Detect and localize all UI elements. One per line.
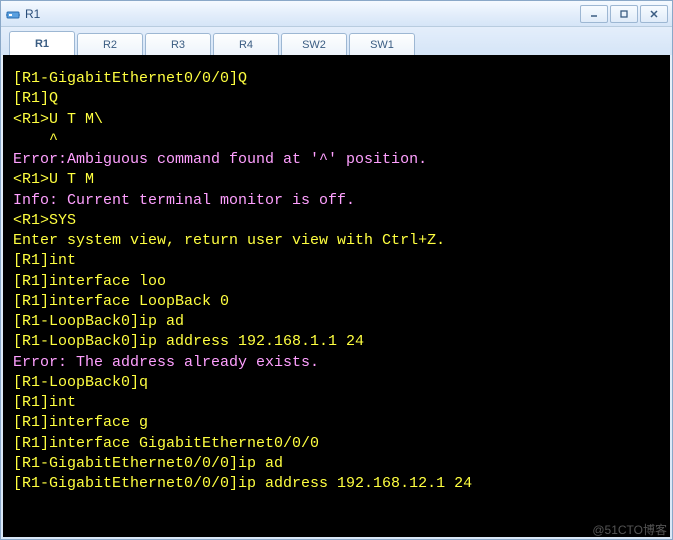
tab-sw2[interactable]: SW2 [281, 33, 347, 55]
tab-label: SW1 [370, 39, 394, 51]
tab-label: R4 [239, 39, 253, 51]
terminal-line: [R1]interface g [13, 413, 660, 433]
window-controls [580, 5, 668, 23]
app-icon [5, 6, 21, 22]
terminal-line: [R1-LoopBack0]q [13, 373, 660, 393]
tab-bar: R1 R2 R3 R4 SW2 SW1 [1, 27, 672, 55]
close-button[interactable] [640, 5, 668, 23]
tab-r4[interactable]: R4 [213, 33, 279, 55]
tab-label: R1 [35, 38, 49, 50]
tab-label: R3 [171, 39, 185, 51]
terminal-line: [R1-LoopBack0]ip ad [13, 312, 660, 332]
minimize-button[interactable] [580, 5, 608, 23]
titlebar: R1 [1, 1, 672, 27]
window-title: R1 [25, 7, 580, 21]
terminal-line: [R1]int [13, 251, 660, 271]
terminal-line: [R1]Q [13, 89, 660, 109]
terminal-line: [R1-GigabitEthernet0/0/0]ip ad [13, 454, 660, 474]
terminal-line: <R1>U T M [13, 170, 660, 190]
terminal-line: [R1]interface GigabitEthernet0/0/0 [13, 434, 660, 454]
maximize-button[interactable] [610, 5, 638, 23]
tab-label: SW2 [302, 39, 326, 51]
terminal-line: [R1-LoopBack0]ip address 192.168.1.1 24 [13, 332, 660, 352]
tab-label: R2 [103, 39, 117, 51]
watermark-text: @51CTO博客 [592, 521, 667, 538]
terminal-line: <R1>U T M\ [13, 110, 660, 130]
terminal-line: [R1]int [13, 393, 660, 413]
terminal-line: Enter system view, return user view with… [13, 231, 660, 251]
terminal-line: [R1-GigabitEthernet0/0/0]Q [13, 69, 660, 89]
tab-r3[interactable]: R3 [145, 33, 211, 55]
terminal-line: [R1]interface LoopBack 0 [13, 292, 660, 312]
tab-sw1[interactable]: SW1 [349, 33, 415, 55]
terminal-line: Error: The address already exists. [13, 353, 660, 373]
tab-r1[interactable]: R1 [9, 31, 75, 55]
terminal-output[interactable]: [R1-GigabitEthernet0/0/0]Q[R1]Q<R1>U T M… [3, 55, 670, 537]
terminal-line: Error:Ambiguous command found at '^' pos… [13, 150, 660, 170]
terminal-line: [R1-GigabitEthernet0/0/0]ip address 192.… [13, 474, 660, 494]
terminal-line: Info: Current terminal monitor is off. [13, 191, 660, 211]
terminal-line: <R1>SYS [13, 211, 660, 231]
app-window: R1 R1 R2 R3 R4 SW2 SW1 [R1-GigabitEthernet0/0… [0, 0, 673, 540]
terminal-line: [R1]interface loo [13, 272, 660, 292]
tab-r2[interactable]: R2 [77, 33, 143, 55]
terminal-line: ^ [13, 130, 660, 150]
